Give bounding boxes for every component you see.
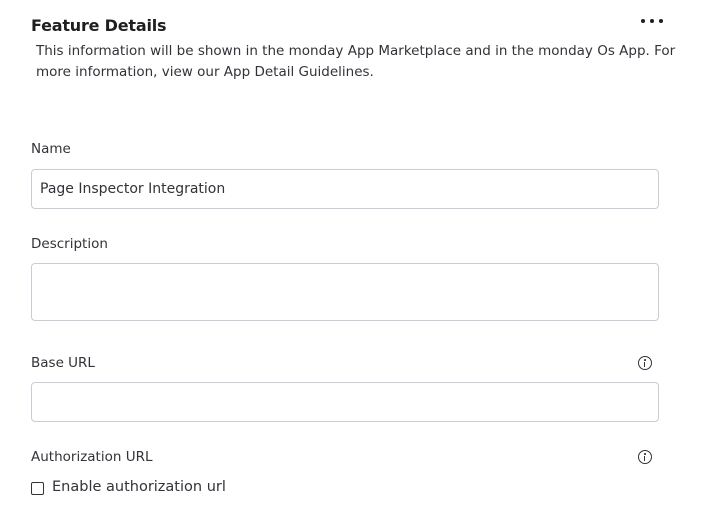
base-url-info-icon[interactable] — [638, 356, 652, 370]
more-options-icon[interactable] — [641, 14, 663, 28]
enable-authorization-url-checkbox-row[interactable]: Enable authorization url — [31, 479, 226, 495]
section-description: This information will be shown in the mo… — [36, 43, 676, 80]
authorization-url-info-icon[interactable] — [638, 450, 652, 464]
authorization-url-label: Authorization URL — [31, 449, 153, 465]
feature-details-panel: Feature Details This information will be… — [0, 0, 713, 530]
base-url-label: Base URL — [31, 355, 95, 371]
enable-authorization-url-checkbox[interactable] — [31, 481, 44, 495]
enable-authorization-url-label: Enable authorization url — [52, 479, 226, 495]
name-input[interactable] — [31, 169, 659, 209]
description-input[interactable] — [31, 263, 659, 321]
description-label: Description — [31, 236, 108, 252]
section-title: Feature Details — [31, 16, 167, 35]
dot — [659, 19, 663, 23]
name-label: Name — [31, 141, 71, 157]
dot — [641, 19, 645, 23]
dot — [650, 19, 654, 23]
base-url-input[interactable] — [31, 382, 659, 422]
